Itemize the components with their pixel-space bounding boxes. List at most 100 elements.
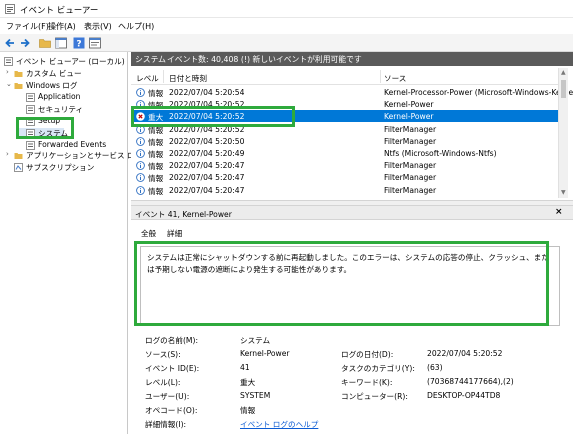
- console-tree-icon[interactable]: [54, 36, 68, 50]
- menu-help[interactable]: ヘルプ(H): [118, 21, 154, 32]
- log-name-value: システム: [240, 336, 271, 345]
- event-detail-pane: イベント 41, Kernel-Power × 全般 詳細 システムは正常にシャ…: [131, 206, 573, 434]
- back-arrow-icon[interactable]: [3, 36, 17, 50]
- column-divider[interactable]: [380, 70, 381, 83]
- event-detail-title: イベント 41, Kernel-Power: [135, 210, 232, 219]
- info-icon: [136, 161, 145, 171]
- event-source: FilterManager: [384, 173, 437, 183]
- title-bar: イベント ビューアー: [0, 0, 573, 18]
- properties-icon[interactable]: [88, 36, 102, 50]
- source-value: Kernel-Power: [240, 349, 290, 358]
- log-icon: [26, 141, 35, 150]
- info-icon: [136, 173, 145, 183]
- event-row[interactable]: 情報 2022/07/04 5:20:52 Kernel-Power: [131, 98, 558, 110]
- collapse-arrow-icon[interactable]: ⌄: [6, 80, 12, 88]
- menu-action[interactable]: 操作(A): [48, 21, 76, 32]
- tab-general[interactable]: 全般: [141, 228, 156, 239]
- tree-label: システム: [38, 129, 69, 138]
- tree-label: Forwarded Events: [38, 140, 107, 149]
- event-datetime: 2022/07/04 5:20:54: [169, 88, 245, 97]
- info-icon: [136, 149, 145, 158]
- event-level: 情報: [148, 186, 164, 196]
- column-source[interactable]: ソース: [384, 73, 406, 84]
- folder-icon: [14, 71, 23, 77]
- event-source: Ntfs (Microsoft-Windows-Ntfs): [384, 149, 497, 158]
- log-icon: [26, 129, 35, 138]
- expand-arrow-icon[interactable]: ›: [6, 68, 9, 76]
- event-row[interactable]: 情報 2022/07/04 5:20:49 Ntfs (Microsoft-Wind…: [131, 147, 558, 159]
- info-icon: [136, 88, 145, 97]
- event-source: FilterManager: [384, 185, 437, 195]
- column-level[interactable]: レベル: [136, 73, 159, 84]
- level-label: レベル(L):: [145, 378, 181, 387]
- event-row[interactable]: 重大 2022/07/04 5:20:52 Kernel-Power: [131, 110, 558, 123]
- detail-tabs: 全般 詳細: [131, 226, 573, 240]
- event-viewer-icon: [5, 4, 15, 14]
- event-source: Kernel-Power: [384, 100, 434, 110]
- log-icon: [26, 117, 35, 126]
- tree-label: サブスクリプション: [26, 163, 95, 172]
- event-log-help-link[interactable]: イベント ログのヘルプ: [240, 419, 318, 430]
- opcode-value: 情報: [240, 406, 256, 415]
- window-title: イベント ビューアー: [20, 6, 99, 16]
- folder-icon[interactable]: [38, 36, 52, 50]
- computer-value: DESKTOP-OP44TD8: [427, 391, 501, 400]
- more-info-label: 詳細情報(I):: [145, 420, 187, 429]
- help-icon[interactable]: ?: [72, 36, 86, 50]
- event-row[interactable]: 情報 2022/07/04 5:20:47 FilterManager: [131, 171, 558, 183]
- tree-item-system[interactable]: システム: [18, 128, 68, 139]
- event-datetime: 2022/07/04 5:20:47: [169, 161, 245, 171]
- subscription-icon: [14, 163, 23, 172]
- tree-label: アプリケーションとサービス ログ: [26, 151, 143, 160]
- menu-view[interactable]: 表示(V): [84, 21, 112, 32]
- menu-file[interactable]: ファイル(F): [6, 21, 49, 32]
- tree-label: イベント ビューアー (ローカル): [16, 57, 125, 66]
- info-icon: [136, 185, 145, 195]
- folder-icon: [14, 153, 23, 159]
- scroll-down-icon[interactable]: ▼: [561, 189, 566, 196]
- level-value: 重大: [240, 378, 256, 387]
- column-datetime[interactable]: 日付と時刻: [169, 73, 207, 84]
- event-detail-header: イベント 41, Kernel-Power ×: [131, 206, 573, 220]
- event-list-header: レベル 日付と時刻 ソース: [131, 68, 568, 85]
- opcode-label: オペコード(O):: [145, 406, 198, 415]
- event-datetime: 2022/07/04 5:20:52: [169, 124, 245, 134]
- event-list-scrollbar[interactable]: ▲ ▼: [558, 68, 568, 198]
- folder-icon: [14, 83, 23, 89]
- user-label: ユーザー(U):: [145, 392, 190, 401]
- event-message: システムは正常にシャットダウンする前に再起動しました。このエラーは、システムの応…: [140, 246, 560, 326]
- event-row[interactable]: 情報 2022/07/04 5:20:54 Kernel-Processor-Pow…: [131, 86, 573, 98]
- event-datetime: 2022/07/04 5:20:47: [169, 173, 245, 183]
- toolbar: ?: [0, 34, 573, 52]
- task-category-value: (63): [427, 363, 443, 372]
- event-row[interactable]: 情報 2022/07/04 5:20:52 FilterManager: [131, 123, 558, 135]
- info-icon: [136, 136, 145, 146]
- scrollbar-thumb[interactable]: [561, 80, 566, 98]
- event-row[interactable]: 情報 2022/07/04 5:20:50 FilterManager: [131, 135, 558, 147]
- console-tree: イベント ビューアー (ローカル) › カスタム ビュー ⌄ Windows ロ…: [0, 52, 142, 434]
- tree-label: セキュリティ: [38, 105, 84, 114]
- logged-label: ログの日付(D):: [341, 350, 394, 359]
- event-source: FilterManager: [384, 136, 437, 146]
- event-count: イベント数: 40,408 (!) 新しいイベントが利用可能です: [167, 55, 362, 64]
- tab-details[interactable]: 詳細: [167, 228, 182, 239]
- column-divider[interactable]: [163, 70, 164, 83]
- event-row[interactable]: 情報 2022/07/04 5:20:47 FilterManager: [131, 184, 558, 196]
- event-datetime: 2022/07/04 5:20:52: [169, 100, 245, 110]
- event-row[interactable]: 情報 2022/07/04 5:20:47 FilterManager: [131, 159, 558, 171]
- close-icon[interactable]: ×: [555, 207, 563, 217]
- expand-arrow-icon[interactable]: ›: [6, 150, 9, 158]
- keywords-label: キーワード(K):: [341, 378, 393, 387]
- scroll-up-icon[interactable]: ▲: [561, 69, 566, 76]
- computer-label: コンピューター(R):: [341, 392, 408, 401]
- event-source: Kernel-Processor-Power (Microsoft-Window…: [384, 88, 573, 97]
- event-datetime: 2022/07/04 5:20:49: [169, 149, 245, 158]
- event-id-value: 41: [240, 363, 250, 372]
- event-datetime: 2022/07/04 5:20:50: [169, 136, 245, 146]
- svg-text:?: ?: [76, 40, 81, 50]
- forward-arrow-icon[interactable]: [18, 36, 32, 50]
- event-source: Kernel-Power: [384, 112, 434, 122]
- info-icon: [136, 124, 145, 134]
- keywords-value: (70368744177664),(2): [427, 377, 514, 386]
- event-datetime: 2022/07/04 5:20:52: [169, 112, 245, 122]
